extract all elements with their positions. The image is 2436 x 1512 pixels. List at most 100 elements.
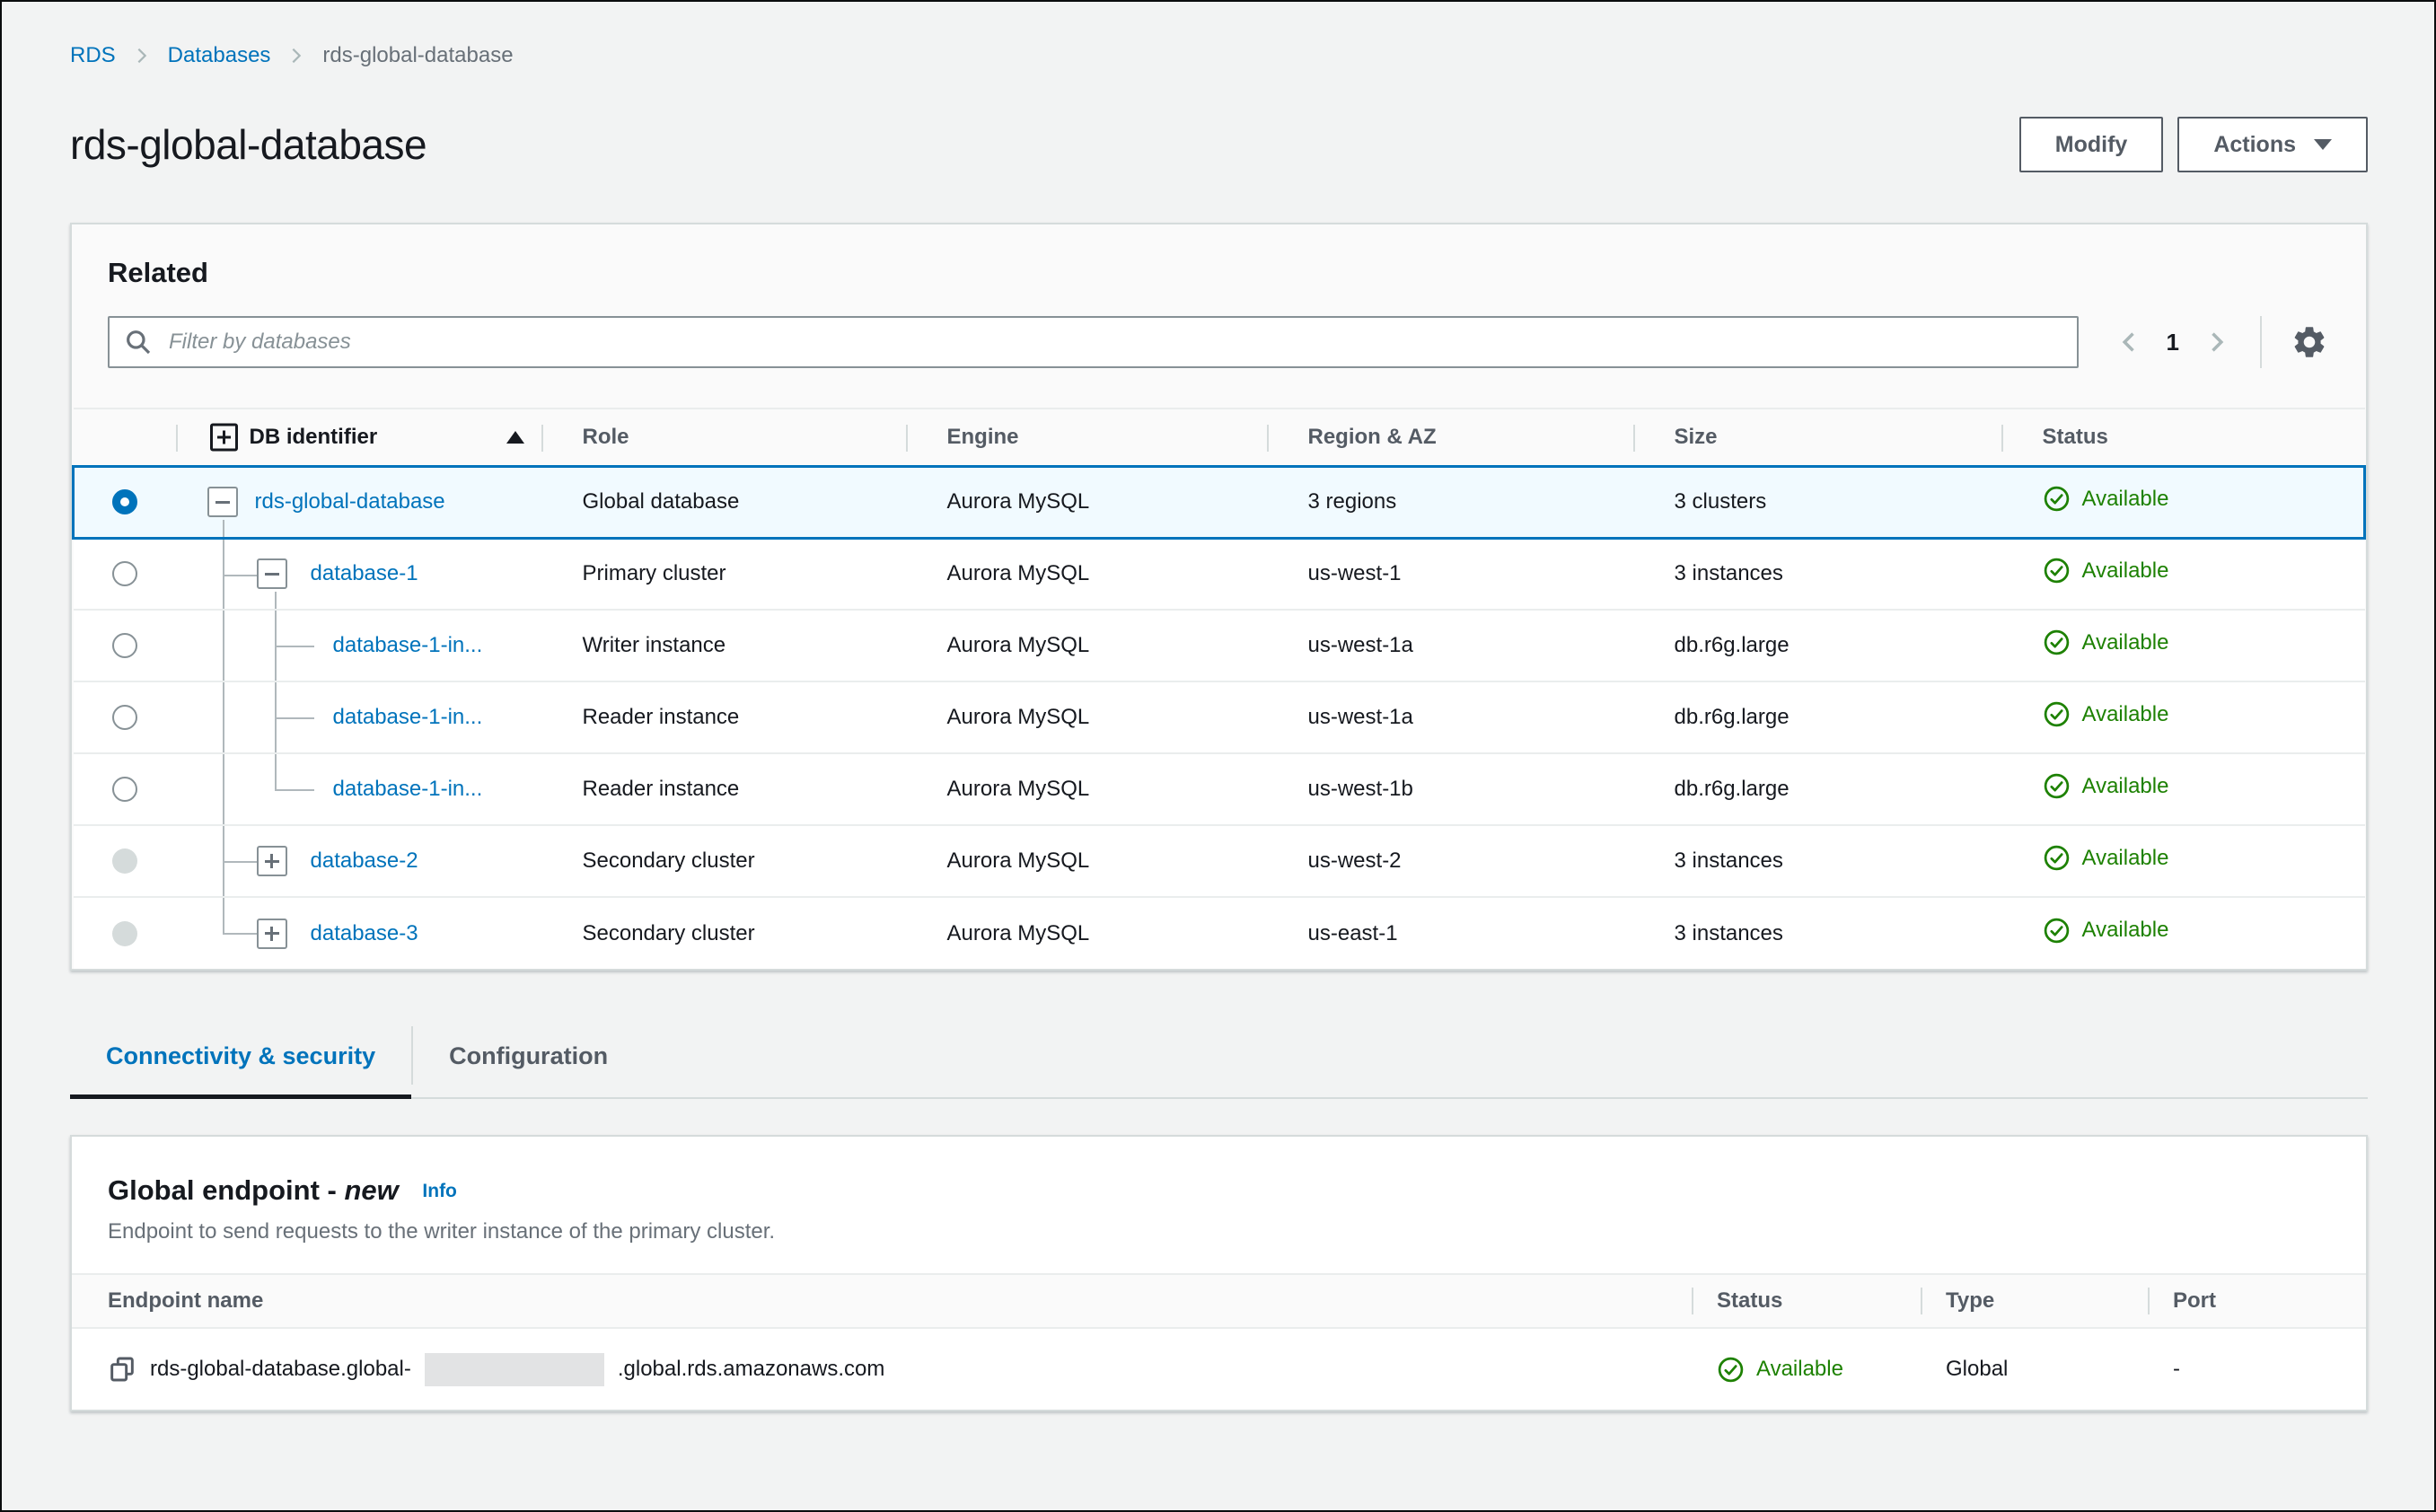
tree-connector-line [222, 899, 224, 934]
column-header-label: DB identifier [249, 424, 378, 449]
status-label: Available [2081, 486, 2169, 511]
pager-divider [2260, 316, 2262, 368]
status-badge: Available [2043, 629, 2169, 656]
filter-row: 1 [108, 316, 2330, 368]
endpoint-name-suffix: .global.rds.amazonaws.com [617, 1357, 885, 1381]
related-databases-table: DB identifier Role Engine Region & AZ Si… [72, 408, 2366, 969]
expand-all-icon[interactable] [209, 423, 238, 452]
previous-page-button[interactable] [2115, 327, 2145, 357]
table-row[interactable]: rds-global-database Global database Auro… [72, 464, 2366, 540]
region-az-cell: us-west-1a [1266, 681, 1633, 753]
filter-input[interactable] [108, 316, 2079, 368]
next-page-button[interactable] [2201, 327, 2231, 357]
row-radio[interactable] [111, 777, 137, 802]
info-link[interactable]: Info [422, 1181, 456, 1201]
collapse-row-icon[interactable] [207, 487, 238, 517]
expand-row-icon[interactable] [256, 846, 287, 876]
row-radio [111, 848, 137, 874]
status-cell: Available [2001, 537, 2365, 610]
db-identifier-link[interactable]: database-1 [311, 561, 418, 586]
size-cell: db.r6g.large [1632, 609, 2001, 681]
role-cell: Reader instance [541, 752, 906, 825]
db-identifier-link[interactable]: database-2 [311, 848, 418, 874]
status-label: Available [1756, 1357, 1843, 1381]
status-cell: Available [2001, 681, 2365, 753]
row-select-cell [73, 752, 176, 825]
breadcrumb-link-rds[interactable]: RDS [70, 43, 116, 68]
status-label: Available [2081, 701, 2169, 726]
db-identifier-link[interactable]: rds-global-database [255, 489, 445, 514]
table-row[interactable]: database-2 Secondary cluster Aurora MySQ… [73, 824, 2365, 897]
check-circle-icon [2044, 558, 2069, 584]
region-az-cell: us-east-1 [1266, 896, 1633, 969]
breadcrumb-link-databases[interactable]: Databases [168, 43, 271, 68]
status-label: Available [2081, 629, 2169, 655]
column-header-endpoint-port: Port [2148, 1275, 2366, 1327]
table-row[interactable]: database-3 Secondary cluster Aurora MySQ… [73, 896, 2365, 969]
status-badge: Available [2043, 917, 2169, 945]
tree-connector-line [274, 717, 314, 719]
status-label: Available [2081, 918, 2169, 942]
db-identifier-cell: rds-global-database [175, 464, 541, 540]
column-header-db-identifier[interactable]: DB identifier [175, 408, 541, 467]
role-cell: Reader instance [541, 681, 906, 753]
db-identifier-link[interactable]: database-3 [311, 921, 418, 946]
status-label: Available [2081, 773, 2169, 798]
copy-icon[interactable] [108, 1355, 136, 1384]
endpoint-type-cell: Global [1921, 1329, 2148, 1410]
size-cell: 3 clusters [1632, 464, 2001, 540]
column-header-engine: Engine [905, 408, 1267, 467]
tree-connector-line [222, 683, 224, 752]
status-cell: Available [2001, 609, 2365, 681]
table-row[interactable]: database-1-in... Writer instance Aurora … [73, 609, 2365, 681]
role-cell: Global database [541, 464, 906, 540]
status-badge: Available [2043, 557, 2168, 585]
region-az-cell: 3 regions [1266, 464, 1633, 540]
gear-icon [2294, 327, 2325, 357]
check-circle-icon [1718, 1357, 1744, 1382]
row-radio[interactable] [111, 633, 137, 658]
chevron-right-icon [137, 48, 146, 64]
db-identifier-link[interactable]: database-1-in... [333, 705, 483, 730]
collapse-row-icon[interactable] [256, 558, 287, 590]
column-header-region-az: Region & AZ [1266, 408, 1633, 467]
current-page[interactable]: 1 [2167, 329, 2179, 356]
global-endpoint-description: Endpoint to send requests to the writer … [108, 1219, 776, 1244]
region-az-cell: us-west-1b [1266, 752, 1633, 825]
db-identifier-link[interactable]: database-1-in... [333, 633, 483, 658]
settings-button[interactable] [2289, 321, 2330, 363]
column-header-endpoint-type: Type [1921, 1275, 2148, 1327]
engine-cell: Aurora MySQL [905, 464, 1267, 540]
modify-button[interactable]: Modify [2018, 117, 2164, 172]
tree-connector-line [222, 861, 259, 863]
sort-ascending-icon[interactable] [506, 430, 524, 444]
table-row[interactable]: database-1-in... Reader instance Aurora … [73, 681, 2365, 753]
status-badge: Available [2043, 772, 2169, 800]
row-radio[interactable] [111, 561, 137, 587]
expand-row-icon[interactable] [256, 918, 287, 949]
status-cell: Available [2001, 896, 2365, 969]
status-badge: Available [2043, 700, 2169, 728]
row-select-cell [73, 609, 176, 681]
region-az-cell: us-west-1 [1266, 537, 1633, 610]
tree-connector-line [222, 519, 224, 535]
table-row[interactable]: database-1 Primary cluster Aurora MySQL … [73, 537, 2365, 610]
search-icon [127, 330, 151, 355]
row-select-cell [73, 537, 176, 610]
status-cell: Available [2001, 464, 2366, 540]
tab-connectivity-security[interactable]: Connectivity & security [70, 1021, 412, 1099]
actions-button[interactable]: Actions [2177, 117, 2368, 172]
chevron-left-icon [2122, 332, 2134, 352]
column-header-endpoint-status: Status [1692, 1275, 1921, 1327]
tree-connector-line [222, 574, 259, 576]
row-radio[interactable] [112, 489, 138, 514]
db-identifier-cell: database-1-in... [175, 609, 541, 681]
role-cell: Secondary cluster [541, 824, 906, 897]
tab-configuration[interactable]: Configuration [413, 1021, 644, 1097]
redacted-endpoint-id [424, 1352, 604, 1386]
related-panel-header: Related 1 [72, 224, 2366, 408]
role-cell: Writer instance [541, 609, 906, 681]
table-row[interactable]: database-1-in... Reader instance Aurora … [73, 752, 2365, 825]
row-radio[interactable] [111, 705, 137, 730]
db-identifier-link[interactable]: database-1-in... [333, 777, 483, 802]
